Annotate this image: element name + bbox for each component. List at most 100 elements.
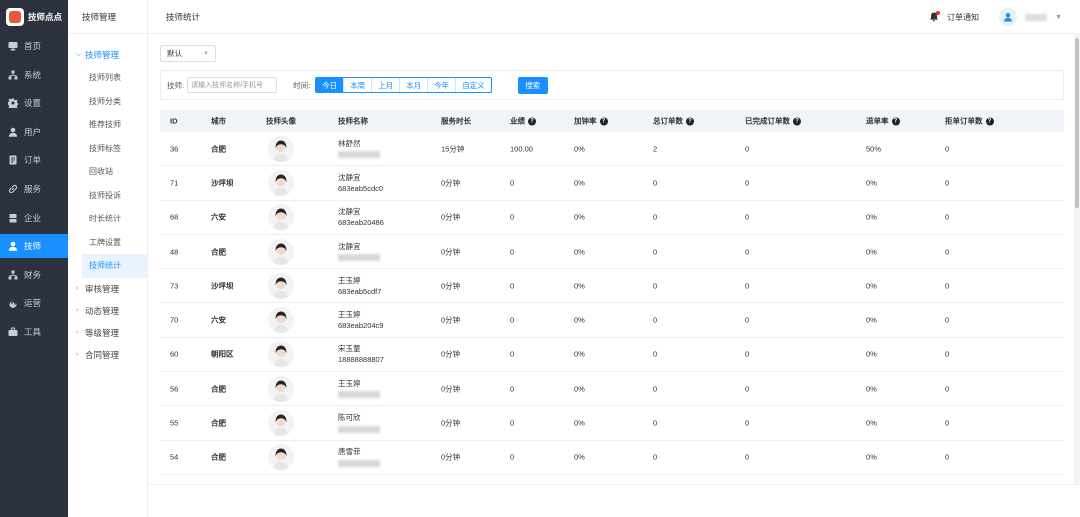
cell-perf: 0 [510,418,515,428]
cell-total: 0 [653,281,658,291]
brand[interactable]: 技师点点 [0,0,68,34]
scrollbar[interactable] [1074,34,1080,484]
cell-refund: 50% [866,144,882,154]
column-header: 业绩? [510,116,536,127]
sitemap-icon [8,70,18,80]
nav-item-3[interactable]: 用户 [0,120,68,144]
cell-done: 0 [745,349,750,359]
nav-item-label: 企业 [24,212,42,223]
cell-city: 合肥 [211,144,226,154]
time-option[interactable]: 本月 [400,78,429,92]
time-option[interactable]: 自定义 [456,78,491,92]
nav-item-2[interactable]: 设置 [0,91,68,115]
cell-refund: 0% [866,178,877,188]
cell-id: 55 [170,418,179,428]
question-icon[interactable]: ? [891,117,900,125]
tech-name-cell: 沈静宜 [338,241,380,263]
table-row[interactable]: 55 合肥 陈可欣 0分钟 0 0% 0 0 0% 0 [160,406,1064,441]
table-row[interactable]: 71 沙坪坝 沈静宜 683eab5cdc0 0分钟 0 0% 0 0 0% 0 [160,166,1064,201]
tech-search-input[interactable]: 请输入技师名称/手机号 [187,77,278,93]
nav-item-6[interactable]: 企业 [0,206,68,230]
bell-icon[interactable] [929,11,941,22]
tech-avatar [268,444,294,471]
question-icon[interactable]: ? [686,117,694,125]
cell-id: 54 [170,452,179,462]
tech-name: 王玉婷 [338,275,361,285]
cell-total: 0 [653,418,658,428]
sub-nav-item[interactable]: 技师分类 [68,90,147,114]
table-row[interactable]: 48 合肥 沈静宜 0分钟 0 0% 0 0 0% 0 [160,235,1064,270]
nav-item-4[interactable]: 订单 [0,148,68,172]
sub-nav-item[interactable]: 技师投诉 [68,184,147,208]
question-icon[interactable]: ? [528,117,536,125]
tech-name-cell: 陈可欣 [338,412,380,434]
table-row[interactable]: 68 六安 沈静宜 683eab20486 0分钟 0 0% 0 0 0% 0 [160,201,1064,235]
cell-perf: 100.00 [510,144,533,154]
table-row[interactable]: 36 合肥 林舒然 15分钟 100.00 0% 2 0 50% 0 [160,132,1064,167]
tech-name-cell: 沈静宜 683eab5cdc0 [338,172,383,194]
cell-total: 2 [653,144,658,154]
cell-refund: 0% [866,281,877,291]
question-icon[interactable]: ? [599,117,608,125]
link-icon [8,184,18,194]
sort-select[interactable]: 默认 ▼ [160,45,216,62]
cell-city: 合肥 [211,452,226,462]
sub-nav-item[interactable]: 推荐技师 [68,113,147,137]
order-notice[interactable]: 订单通知 [947,12,979,23]
sub-nav-group[interactable]: › 合同管理 [68,344,147,366]
sub-nav-item[interactable]: 技师标签 [68,137,147,161]
scrollbar-thumb[interactable] [1075,38,1079,208]
nav-item-7[interactable]: 技师 [0,234,68,259]
question-icon[interactable]: ? [793,117,801,125]
column-header-label: 总订单数 [653,116,683,126]
sub-nav-item[interactable]: 工牌设置 [68,231,147,255]
phone-blurred [338,389,380,400]
question-icon[interactable]: ? [985,117,994,125]
sub-nav-item[interactable]: 技师列表 [68,66,147,90]
nav-item-label: 技师 [24,241,42,252]
sub-nav-group[interactable]: › 审核管理 [68,278,147,300]
search-button[interactable]: 搜索 [517,76,548,94]
time-option[interactable]: 本周 [344,78,373,92]
tech-name: 王玉婷 [338,378,361,388]
sub-nav-group[interactable]: › 等级管理 [68,322,147,344]
group-tech-manage[interactable]: ⌵ 技师管理 [68,44,147,66]
nav-item-0[interactable]: 首页 [0,34,68,58]
sub-nav-item[interactable]: 技师统计 [82,254,147,278]
nav-item-9[interactable]: 运营 [0,291,68,315]
brand-name: 技师点点 [28,12,63,22]
cell-perf: 0 [510,212,515,222]
nav-item-1[interactable]: 系统 [0,63,68,87]
nav-item-label: 财务 [24,269,42,280]
group-label: 合同管理 [85,349,120,360]
table-row[interactable]: 60 朝阳区 宋玉童 18888888807 0分钟 0 0% 0 0 0% 0 [160,338,1064,373]
cell-add_rate: 0% [574,384,585,394]
table-row[interactable]: 70 六安 王玉婷 683eab204c9 0分钟 0 0% 0 0 0% 0 [160,303,1064,338]
nav-item-10[interactable]: 工具 [0,320,68,344]
column-header-label: 城市 [211,116,226,126]
sub-nav-item[interactable]: 回收站 [68,160,147,184]
caret-down-icon[interactable]: ▼ [1055,14,1062,21]
sub-nav-group[interactable]: › 动态管理 [68,300,147,322]
time-option[interactable]: 上月 [372,78,401,92]
notice-dot [936,11,941,15]
user-avatar[interactable] [999,8,1018,26]
cell-id: 56 [170,384,179,394]
time-option[interactable]: 今年 [428,78,457,92]
page-title: 技师统计 [166,11,201,22]
user-icon [8,241,18,251]
sub-items: 技师列表 技师分类 推荐技师 技师标签 回收站 技师投诉 时长统计 工牌设置 技师统计 [68,66,147,278]
table-row[interactable]: 56 合肥 王玉婷 0分钟 0 0% 0 0 0% 0 [160,372,1064,407]
username-blurred[interactable] [1025,13,1048,21]
sub-nav-item[interactable]: 时长统计 [68,207,147,231]
time-option[interactable]: 今日 [316,78,345,92]
cell-id: 48 [170,247,179,257]
nav-item-8[interactable]: 财务 [0,263,68,287]
tech-name: 沈静宜 [338,241,361,251]
column-header-label: 技师名称 [338,116,368,126]
cell-refund: 0% [866,212,877,222]
table-row[interactable]: 73 沙坪坝 王玉婷 683eab5cdf7 0分钟 0 0% 0 0 0% 0 [160,269,1064,304]
nav-item-5[interactable]: 服务 [0,177,68,201]
cell-add_rate: 0% [574,315,585,325]
table-row[interactable]: 54 合肥 唐雪菲 0分钟 0 0% 0 0 0% 0 [160,441,1064,475]
